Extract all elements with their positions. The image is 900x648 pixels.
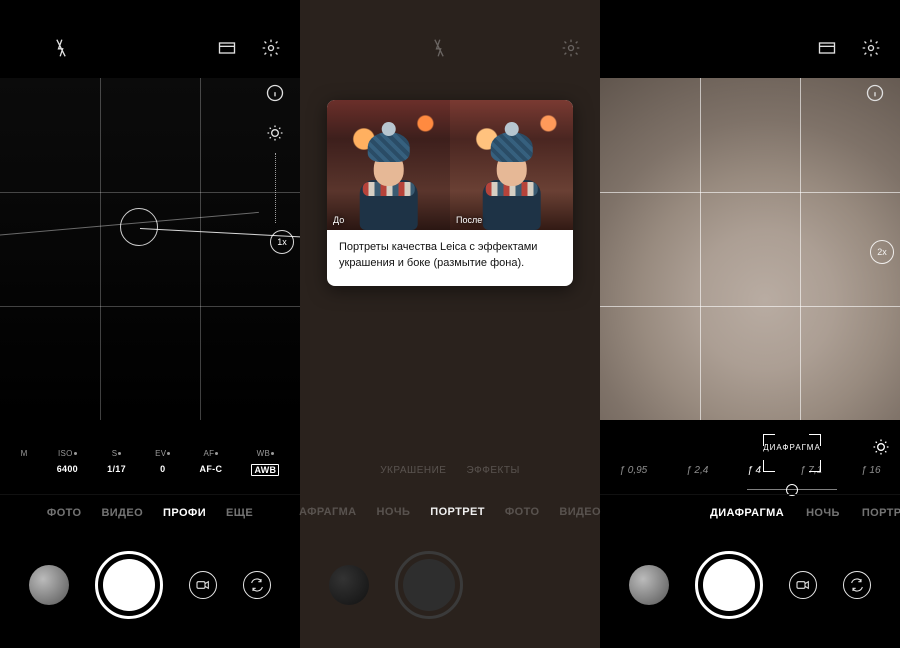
camera-portrait-panel: До После Портреты качества Leica с эффек… — [300, 0, 600, 648]
switch-camera-icon[interactable] — [243, 571, 271, 599]
mode-video[interactable]: ВИДЕО — [101, 507, 143, 519]
popup-before-image: До — [327, 100, 450, 230]
viewfinder-pro[interactable]: 1x — [0, 78, 300, 420]
mode-photo[interactable]: ФОТО — [505, 506, 540, 518]
shutter-row — [0, 544, 300, 626]
ev-slider[interactable] — [275, 153, 276, 223]
mode-photo[interactable]: ФОТО — [47, 507, 82, 519]
aspect-icon[interactable] — [216, 37, 238, 59]
settings-icon[interactable] — [560, 37, 582, 59]
mode-night[interactable]: НОЧЬ — [377, 506, 411, 518]
pro-shutter[interactable]: S1/17 — [107, 449, 126, 476]
shutter-button[interactable] — [95, 551, 163, 619]
camera-aperture-panel: 2x ДИАФРАГМА ƒ 0,95 ƒ 2,4 ƒ 4 ƒ 7,1 ƒ 16… — [600, 0, 900, 648]
mode-pro[interactable]: ПРОФИ — [163, 507, 206, 519]
mode-portrait[interactable]: ПОРТРЕ — [862, 507, 900, 519]
viewfinder-aperture[interactable]: 2x — [600, 78, 900, 420]
mode-more[interactable]: ЕЩЕ — [226, 507, 253, 519]
aperture-opt-selected[interactable]: ƒ 4 — [747, 465, 761, 476]
settings-icon[interactable] — [860, 37, 882, 59]
switch-camera-icon[interactable] — [843, 571, 871, 599]
pro-iso[interactable]: ISO6400 — [57, 449, 78, 476]
before-label: До — [333, 215, 344, 225]
mode-strip[interactable]: АФРАГМА НОЧЬ ПОРТРЕТ ФОТО ВИДЕО — [300, 494, 600, 530]
flash-off-icon[interactable] — [428, 37, 450, 59]
pro-wb[interactable]: WBAWB — [251, 449, 279, 476]
popup-description: Портреты качества Leica с эффектами укра… — [327, 230, 573, 286]
aperture-opt[interactable]: ƒ 2,4 — [686, 465, 708, 476]
topbar — [300, 24, 600, 72]
brightness-icon[interactable] — [264, 122, 286, 144]
flash-off-icon[interactable] — [50, 37, 72, 59]
subtab-beauty[interactable]: УКРАШЕНИЕ — [380, 465, 446, 476]
mode-aperture[interactable]: ДИАФРАГМА — [710, 507, 784, 519]
popup-after-image: После — [450, 100, 573, 230]
mode-video[interactable]: ВИДЕО — [559, 506, 601, 518]
aperture-values[interactable]: ƒ 0,95 ƒ 2,4 ƒ 4 ƒ 7,1 ƒ 16 — [600, 465, 900, 476]
brightness-icon[interactable] — [870, 436, 892, 458]
video-toggle-icon[interactable] — [789, 571, 817, 599]
pro-ev[interactable]: EV0 — [155, 449, 170, 476]
mode-strip[interactable]: ДИАФРАГМА НОЧЬ ПОРТРЕ — [600, 494, 900, 530]
mode-portrait[interactable]: ПОРТРЕТ — [430, 506, 485, 518]
gallery-thumb[interactable] — [29, 565, 69, 605]
zoom-badge[interactable]: 2x — [870, 240, 894, 264]
aperture-label: ДИАФРАГМА — [763, 443, 821, 452]
subtab-effects[interactable]: ЭФФЕКТЫ — [466, 465, 519, 476]
topbar — [600, 24, 900, 72]
camera-pro-panel: 1x M ISO6400 S1/17 EV0 AFAF-C WBAWB ФОТО… — [0, 0, 300, 648]
mode-aperture[interactable]: АФРАГМА — [299, 506, 357, 518]
pro-params: M ISO6400 S1/17 EV0 AFAF-C WBAWB — [0, 449, 300, 476]
aperture-opt[interactable]: ƒ 7,1 — [800, 465, 822, 476]
settings-icon[interactable] — [260, 37, 282, 59]
aperture-slider[interactable] — [747, 489, 837, 490]
aspect-icon[interactable] — [816, 37, 838, 59]
info-icon[interactable] — [864, 82, 886, 104]
popup-compare: До После — [327, 100, 573, 230]
shutter-row — [300, 544, 600, 626]
topbar — [0, 24, 300, 72]
zoom-badge[interactable]: 1x — [270, 230, 294, 254]
aperture-opt[interactable]: ƒ 16 — [861, 465, 880, 476]
mode-strip[interactable]: ФОТО ВИДЕО ПРОФИ ЕЩЕ — [0, 494, 300, 530]
info-icon[interactable] — [264, 82, 286, 104]
shutter-button[interactable] — [695, 551, 763, 619]
video-toggle-icon[interactable] — [189, 571, 217, 599]
gallery-thumb[interactable] — [329, 565, 369, 605]
pro-af[interactable]: AFAF-C — [200, 449, 223, 476]
mode-night[interactable]: НОЧЬ — [806, 507, 840, 519]
leica-popup: До После Портреты качества Leica с эффек… — [327, 100, 573, 286]
shutter-row — [600, 544, 900, 626]
portrait-subtabs[interactable]: УКРАШЕНИЕ ЭФФЕКТЫ — [300, 465, 600, 476]
pro-mode[interactable]: M — [21, 449, 28, 476]
aperture-opt[interactable]: ƒ 0,95 — [619, 465, 647, 476]
after-label: После — [456, 215, 482, 225]
shutter-button[interactable] — [395, 551, 463, 619]
gallery-thumb[interactable] — [629, 565, 669, 605]
level-indicator — [120, 208, 158, 246]
